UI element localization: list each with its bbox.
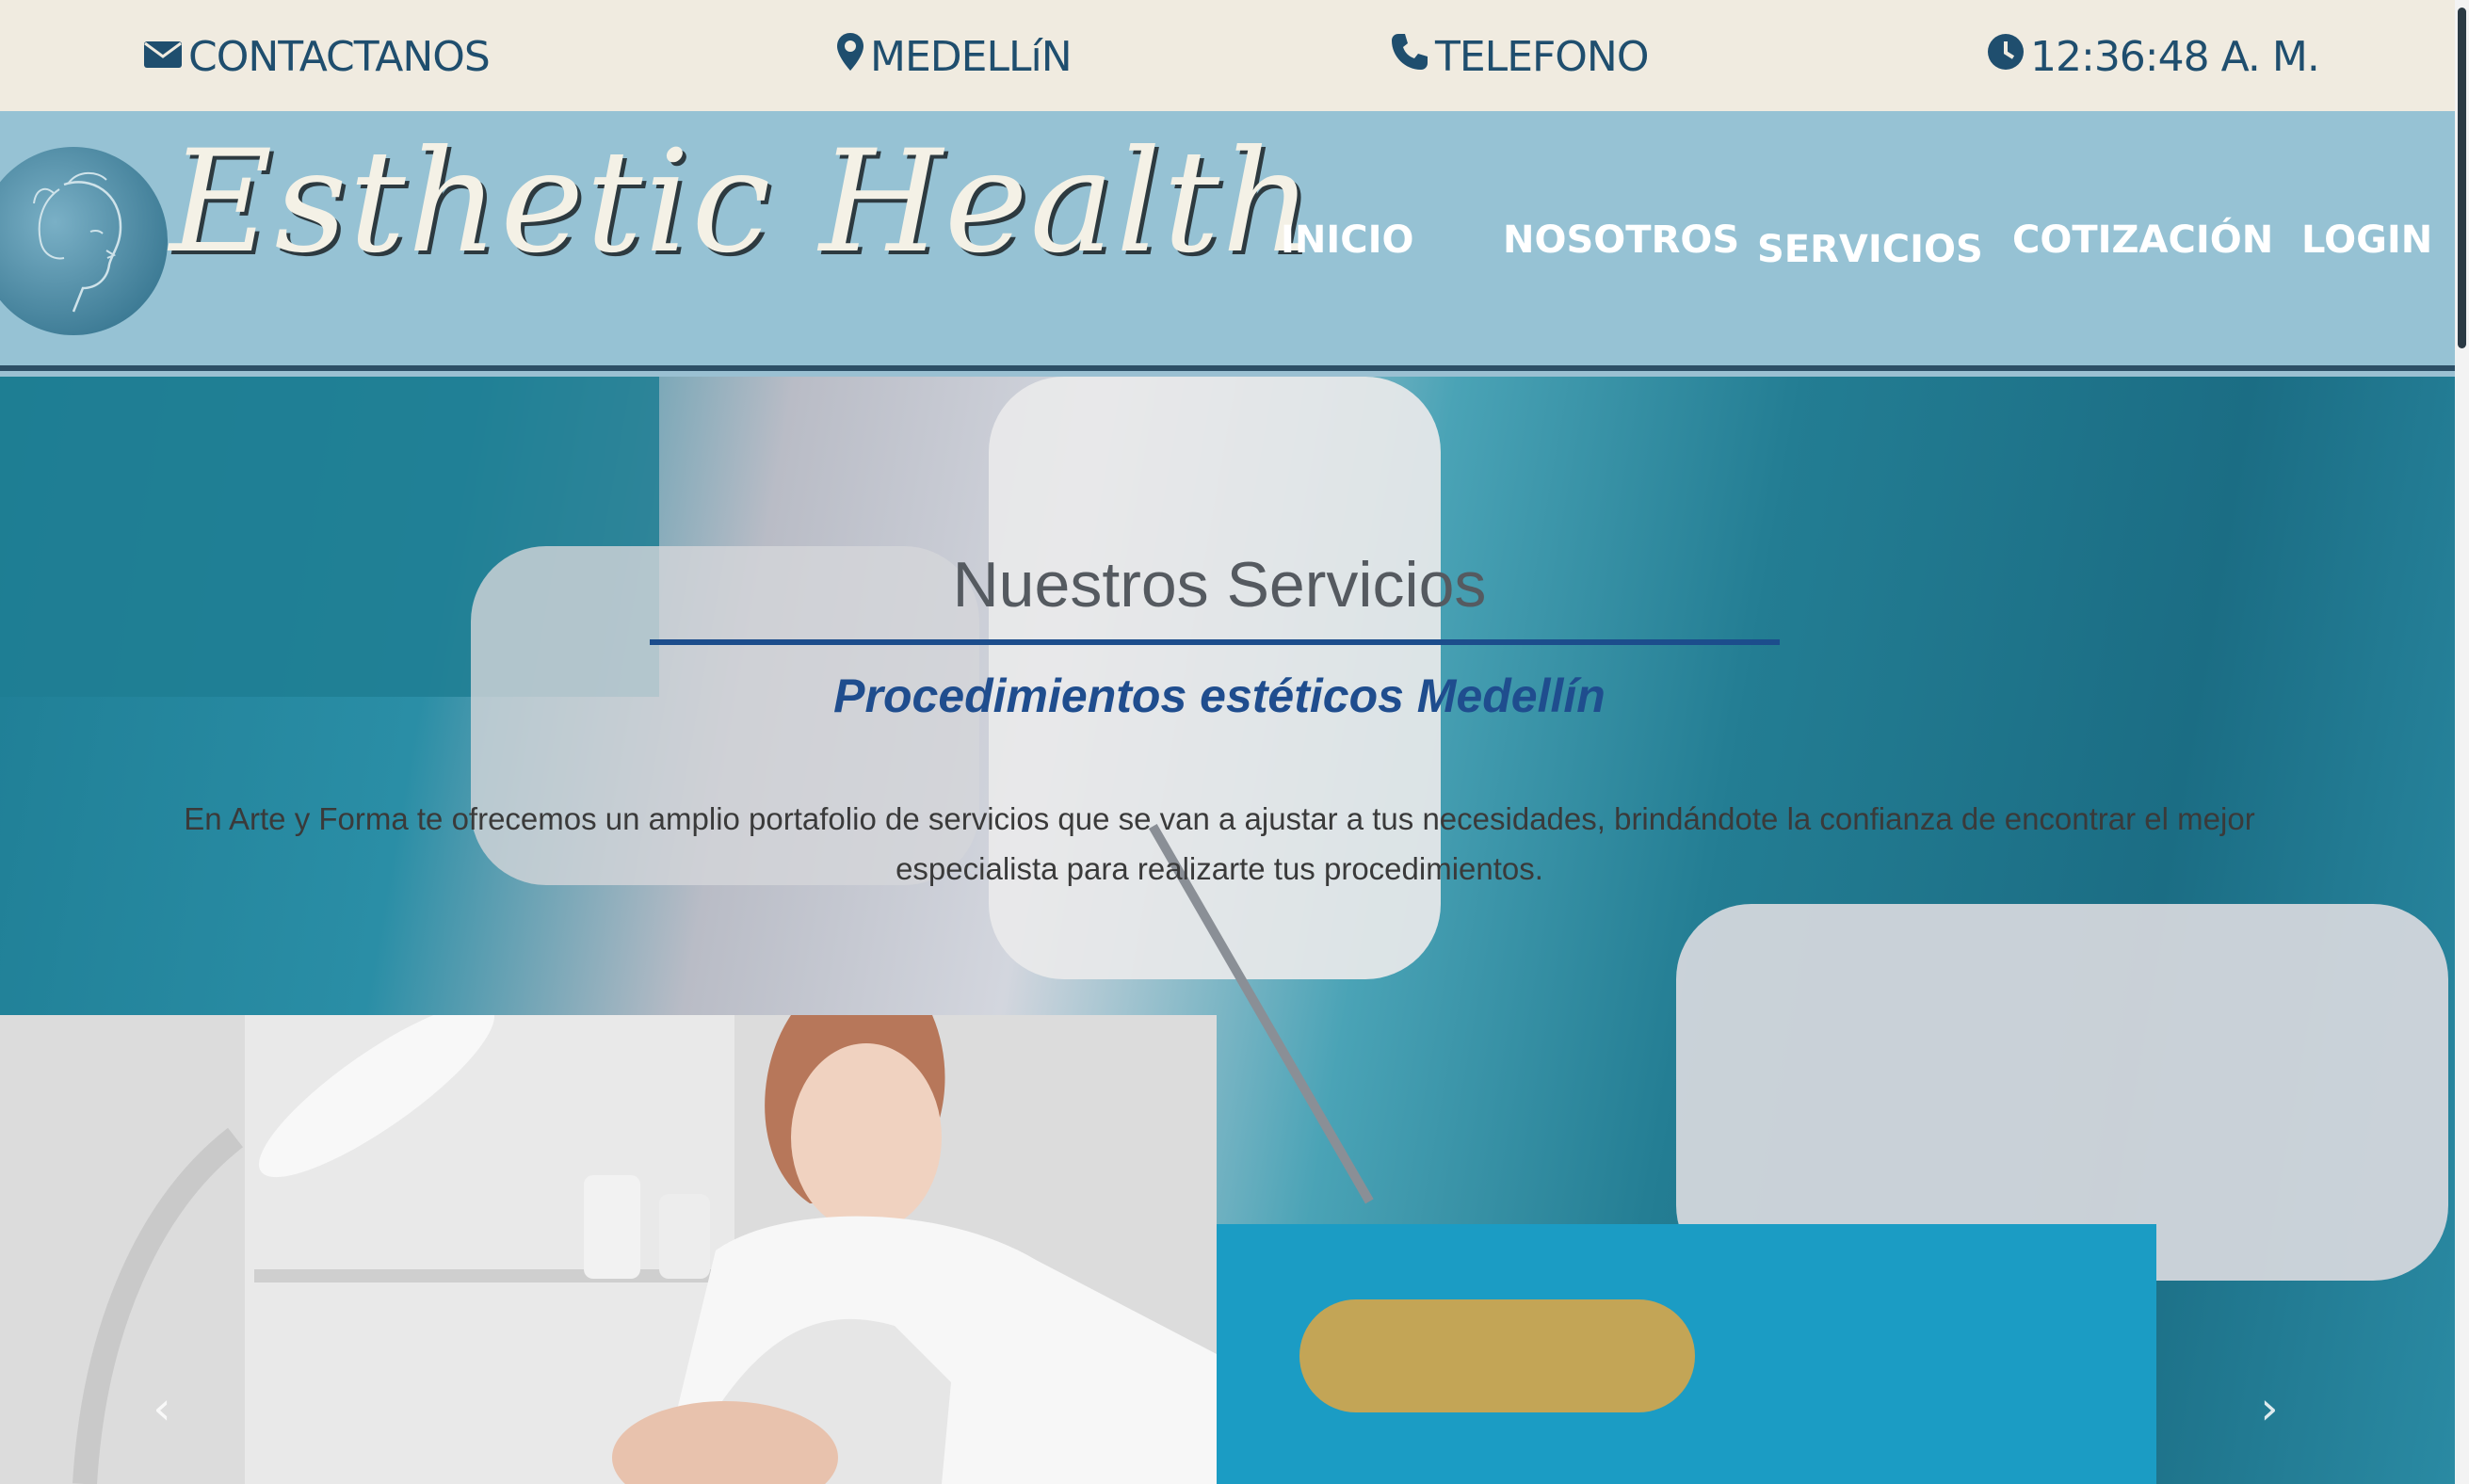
nav-login[interactable]: LOGIN [2301, 218, 2432, 262]
phone-label: TELEFONO [1435, 32, 1649, 81]
location-label: MEDELLíN [870, 32, 1073, 81]
skin-shape [1299, 1299, 1695, 1412]
clock-icon [1987, 33, 2030, 81]
carousel-prev-button[interactable]: ‹ [143, 1382, 181, 1435]
chevron-right-icon: › [2260, 1382, 2279, 1435]
carousel-slide-image [0, 1015, 1217, 1484]
nav-inicio[interactable]: INICIO [1281, 218, 1413, 262]
page-scrollbar[interactable] [2455, 0, 2469, 1484]
contact-label: CONTACTANOS [188, 32, 491, 81]
phone-icon [1390, 32, 1435, 82]
map-pin-icon [836, 32, 870, 82]
nav-servicios[interactable]: SERVICIOS [1757, 228, 1983, 271]
nav-cotizacion[interactable]: COTIZACIÓN [2012, 218, 2273, 262]
title-divider [650, 639, 1780, 645]
nav-nosotros[interactable]: NOSOTROS [1503, 218, 1739, 262]
contact-link[interactable]: CONTACTANOS [143, 28, 491, 85]
envelope-icon [143, 33, 188, 81]
contact-topbar: CONTACTANOS MEDELLíN TELEFONO 12:36:48 A… [0, 0, 2455, 111]
page-title: Nuestros Servicios [952, 549, 1487, 621]
clock-display: 12:36:48 A. M. [1987, 28, 2320, 85]
hero-description: En Arte y Forma te ofrecemos un amplio p… [184, 801, 2255, 886]
location-link[interactable]: MEDELLíN [836, 28, 1073, 85]
phone-link[interactable]: TELEFONO [1390, 28, 1649, 85]
site-header: Esthetic Health INICIO NOSOTROS SERVICIO… [0, 111, 2455, 371]
carousel-next-button[interactable]: › [2251, 1382, 2288, 1435]
chevron-left-icon: ‹ [153, 1382, 171, 1435]
logo-face-icon[interactable] [0, 147, 168, 335]
scrollbar-thumb[interactable] [2458, 8, 2466, 348]
brand-logo-text[interactable]: Esthetic Health [169, 121, 1315, 284]
page-subtitle: Procedimientos estéticos Medellín [833, 669, 1606, 722]
time-label: 12:36:48 A. M. [2030, 32, 2320, 81]
